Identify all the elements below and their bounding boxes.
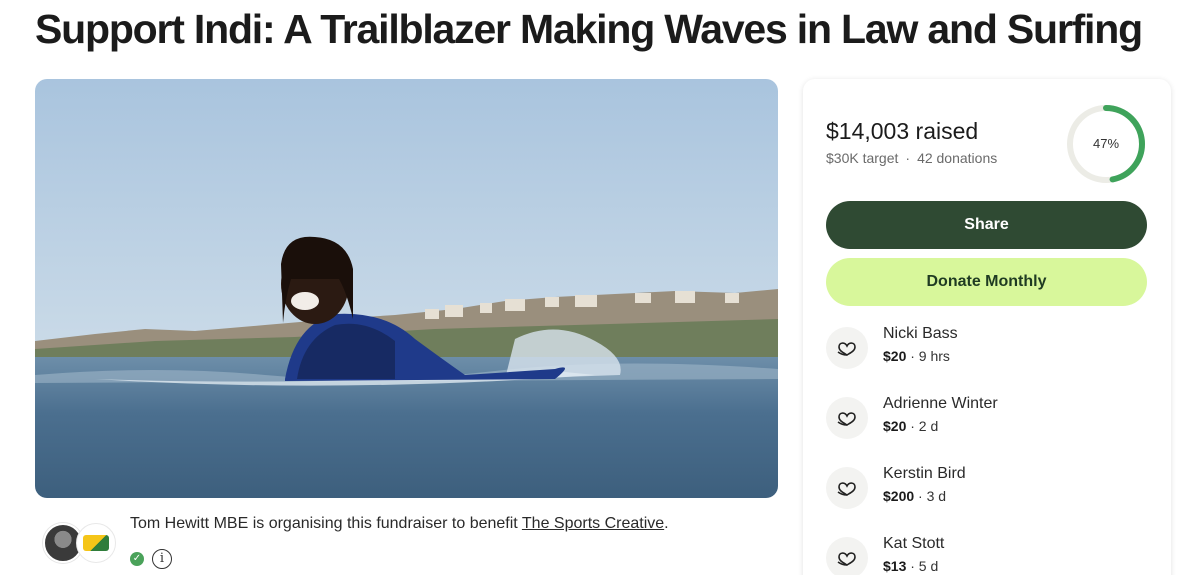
heart-hand-icon xyxy=(826,397,868,439)
donor-time: · 9 hrs xyxy=(906,348,950,364)
beneficiary-avatar[interactable] xyxy=(76,523,116,563)
donor-time: · 2 d xyxy=(906,418,939,434)
organiser-section: Tom Hewitt MBE is organising this fundra… xyxy=(43,515,783,575)
organiser-description: is organising this fundraiser to benefit xyxy=(248,515,522,532)
list-item: Adrienne Winter $20 · 2 d xyxy=(826,395,1147,455)
heart-hand-icon xyxy=(826,467,868,509)
page-title: Support Indi: A Trailblazer Making Waves… xyxy=(35,6,1143,52)
organiser-suffix: . xyxy=(664,515,669,532)
donor-name: Kerstin Bird xyxy=(883,465,966,482)
heart-hand-icon xyxy=(826,327,868,369)
donor-detail: $20 · 2 d xyxy=(883,418,938,434)
donor-amount: $20 xyxy=(883,348,907,364)
donor-detail: $200 · 3 d xyxy=(883,488,946,504)
check-circle-icon: ✓ xyxy=(130,552,144,566)
list-item: Nicki Bass $20 · 9 hrs xyxy=(826,325,1147,385)
progress-percent: 47% xyxy=(1092,136,1120,151)
hero-image xyxy=(35,79,778,498)
donor-amount: $13 xyxy=(883,558,907,574)
heart-hand-icon xyxy=(826,537,868,575)
beneficiary-link[interactable]: The Sports Creative xyxy=(522,515,664,532)
organiser-text: Tom Hewitt MBE is organising this fundra… xyxy=(130,515,669,533)
organiser-name: Tom Hewitt MBE xyxy=(130,515,249,532)
donor-amount: $20 xyxy=(883,418,907,434)
donor-name: Kat Stott xyxy=(883,535,945,552)
target-amount: $30K target xyxy=(826,150,899,166)
amount-raised: $14,003 raised xyxy=(826,118,979,144)
verification-row: ✓ i xyxy=(130,549,172,569)
fundraiser-meta: $30K target · 42 donations xyxy=(826,150,997,166)
donation-count: 42 donations xyxy=(917,150,998,166)
info-icon[interactable]: i xyxy=(152,549,172,569)
donor-time: · 5 d xyxy=(906,558,939,574)
progress-ring: 47% xyxy=(1065,103,1147,185)
list-item: Kat Stott $13 · 5 d xyxy=(826,535,1147,575)
donor-detail: $20 · 9 hrs xyxy=(883,348,950,364)
share-button[interactable]: Share xyxy=(826,201,1147,249)
donate-monthly-button[interactable]: Donate Monthly xyxy=(826,258,1147,306)
list-item: Kerstin Bird $200 · 3 d xyxy=(826,465,1147,525)
donor-name: Adrienne Winter xyxy=(883,395,998,412)
donation-card: $14,003 raised $30K target · 42 donations … xyxy=(803,79,1171,575)
donor-time: · 3 d xyxy=(914,488,947,504)
donor-name: Nicki Bass xyxy=(883,325,958,342)
donor-amount: $200 xyxy=(883,488,915,504)
meta-separator: · xyxy=(905,150,911,166)
beneficiary-logo xyxy=(83,535,109,551)
donor-detail: $13 · 5 d xyxy=(883,558,938,574)
